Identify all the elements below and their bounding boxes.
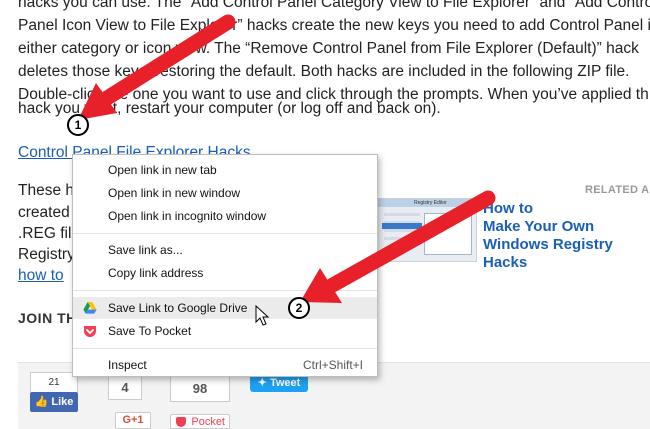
context-menu: Open link in new tab Open link in new wi… xyxy=(72,154,378,377)
thumb-dialog xyxy=(424,213,472,255)
pocket-share-label: Pocket xyxy=(191,416,225,428)
menu-separator xyxy=(73,233,377,234)
thumb-selection xyxy=(382,223,422,229)
thumb-row xyxy=(384,229,420,232)
menu-item-open-new-window[interactable]: Open link in new window xyxy=(73,182,377,204)
inspect-shortcut: Ctrl+Shift+I xyxy=(302,358,363,372)
related-thumbnail[interactable]: Registry Editor xyxy=(377,198,477,262)
google-drive-icon xyxy=(83,302,97,314)
related-title-line: Hacks xyxy=(483,254,528,271)
menu-item-open-new-tab[interactable]: Open link in new tab xyxy=(73,159,377,181)
menu-item-copy-link-address[interactable]: Copy link address xyxy=(73,262,377,284)
pocket-icon xyxy=(176,417,186,427)
facebook-like-label: Like xyxy=(51,396,74,408)
share-count-pocket: 98 xyxy=(170,376,230,402)
how-to-link[interactable]: how to xyxy=(18,264,64,288)
related-title-line: Windows Registry xyxy=(483,236,613,253)
twitter-bird-icon: ✦ xyxy=(257,377,267,389)
facebook-count: 21 xyxy=(30,372,78,392)
menu-item-open-incognito[interactable]: Open link in incognito window xyxy=(73,205,377,227)
article-line: .REG file xyxy=(18,225,81,242)
thumb-title: Registry Editor xyxy=(414,200,447,206)
thumb-row xyxy=(384,237,420,240)
callout-2: 2 xyxy=(288,297,310,319)
google-plus-button[interactable]: G+1 xyxy=(115,412,151,429)
article-line: Registry xyxy=(18,246,75,263)
related-title-line: How to xyxy=(483,200,533,217)
callout-1: 1 xyxy=(67,114,89,136)
thumb-row xyxy=(384,213,420,216)
menu-separator xyxy=(73,290,377,291)
related-title-line: Make Your Own xyxy=(483,218,595,235)
related-article-title[interactable]: How to Make Your Own Windows Registry Ha… xyxy=(483,200,648,272)
article-line: created xyxy=(18,204,70,221)
menu-item-label: Save Link to Google Drive xyxy=(108,301,248,315)
menu-item-inspect[interactable]: Inspect Ctrl+Shift+I xyxy=(73,354,377,376)
pocket-share-button[interactable]: Pocket xyxy=(170,414,230,429)
pocket-icon xyxy=(84,326,96,337)
share-count-gplus: 4 xyxy=(108,376,142,400)
article-line: deletes those keys, restoring the defaul… xyxy=(18,63,630,80)
article-line: either category or icon view. The “Remov… xyxy=(18,40,639,57)
facebook-like-button[interactable]: 👍 Like xyxy=(30,392,78,412)
menu-item-save-to-google-drive[interactable]: Save Link to Google Drive xyxy=(73,297,377,319)
menu-item-label: Save To Pocket xyxy=(108,324,192,338)
menu-separator xyxy=(73,348,377,349)
related-articles-label: RELATED ARTI xyxy=(585,184,650,196)
article-line: These h xyxy=(18,182,75,199)
article-line: hacks you can use. The “Add Control Pane… xyxy=(18,0,650,11)
tweet-label: Tweet xyxy=(269,377,301,389)
article-line: Panel Icon View to File Explorer” hacks … xyxy=(18,17,650,34)
menu-item-label: Inspect xyxy=(108,358,147,372)
menu-item-save-link-as[interactable]: Save link as... xyxy=(73,239,377,261)
menu-item-save-to-pocket[interactable]: Save To Pocket xyxy=(73,320,377,342)
thumbs-up-icon: 👍 xyxy=(34,396,49,408)
